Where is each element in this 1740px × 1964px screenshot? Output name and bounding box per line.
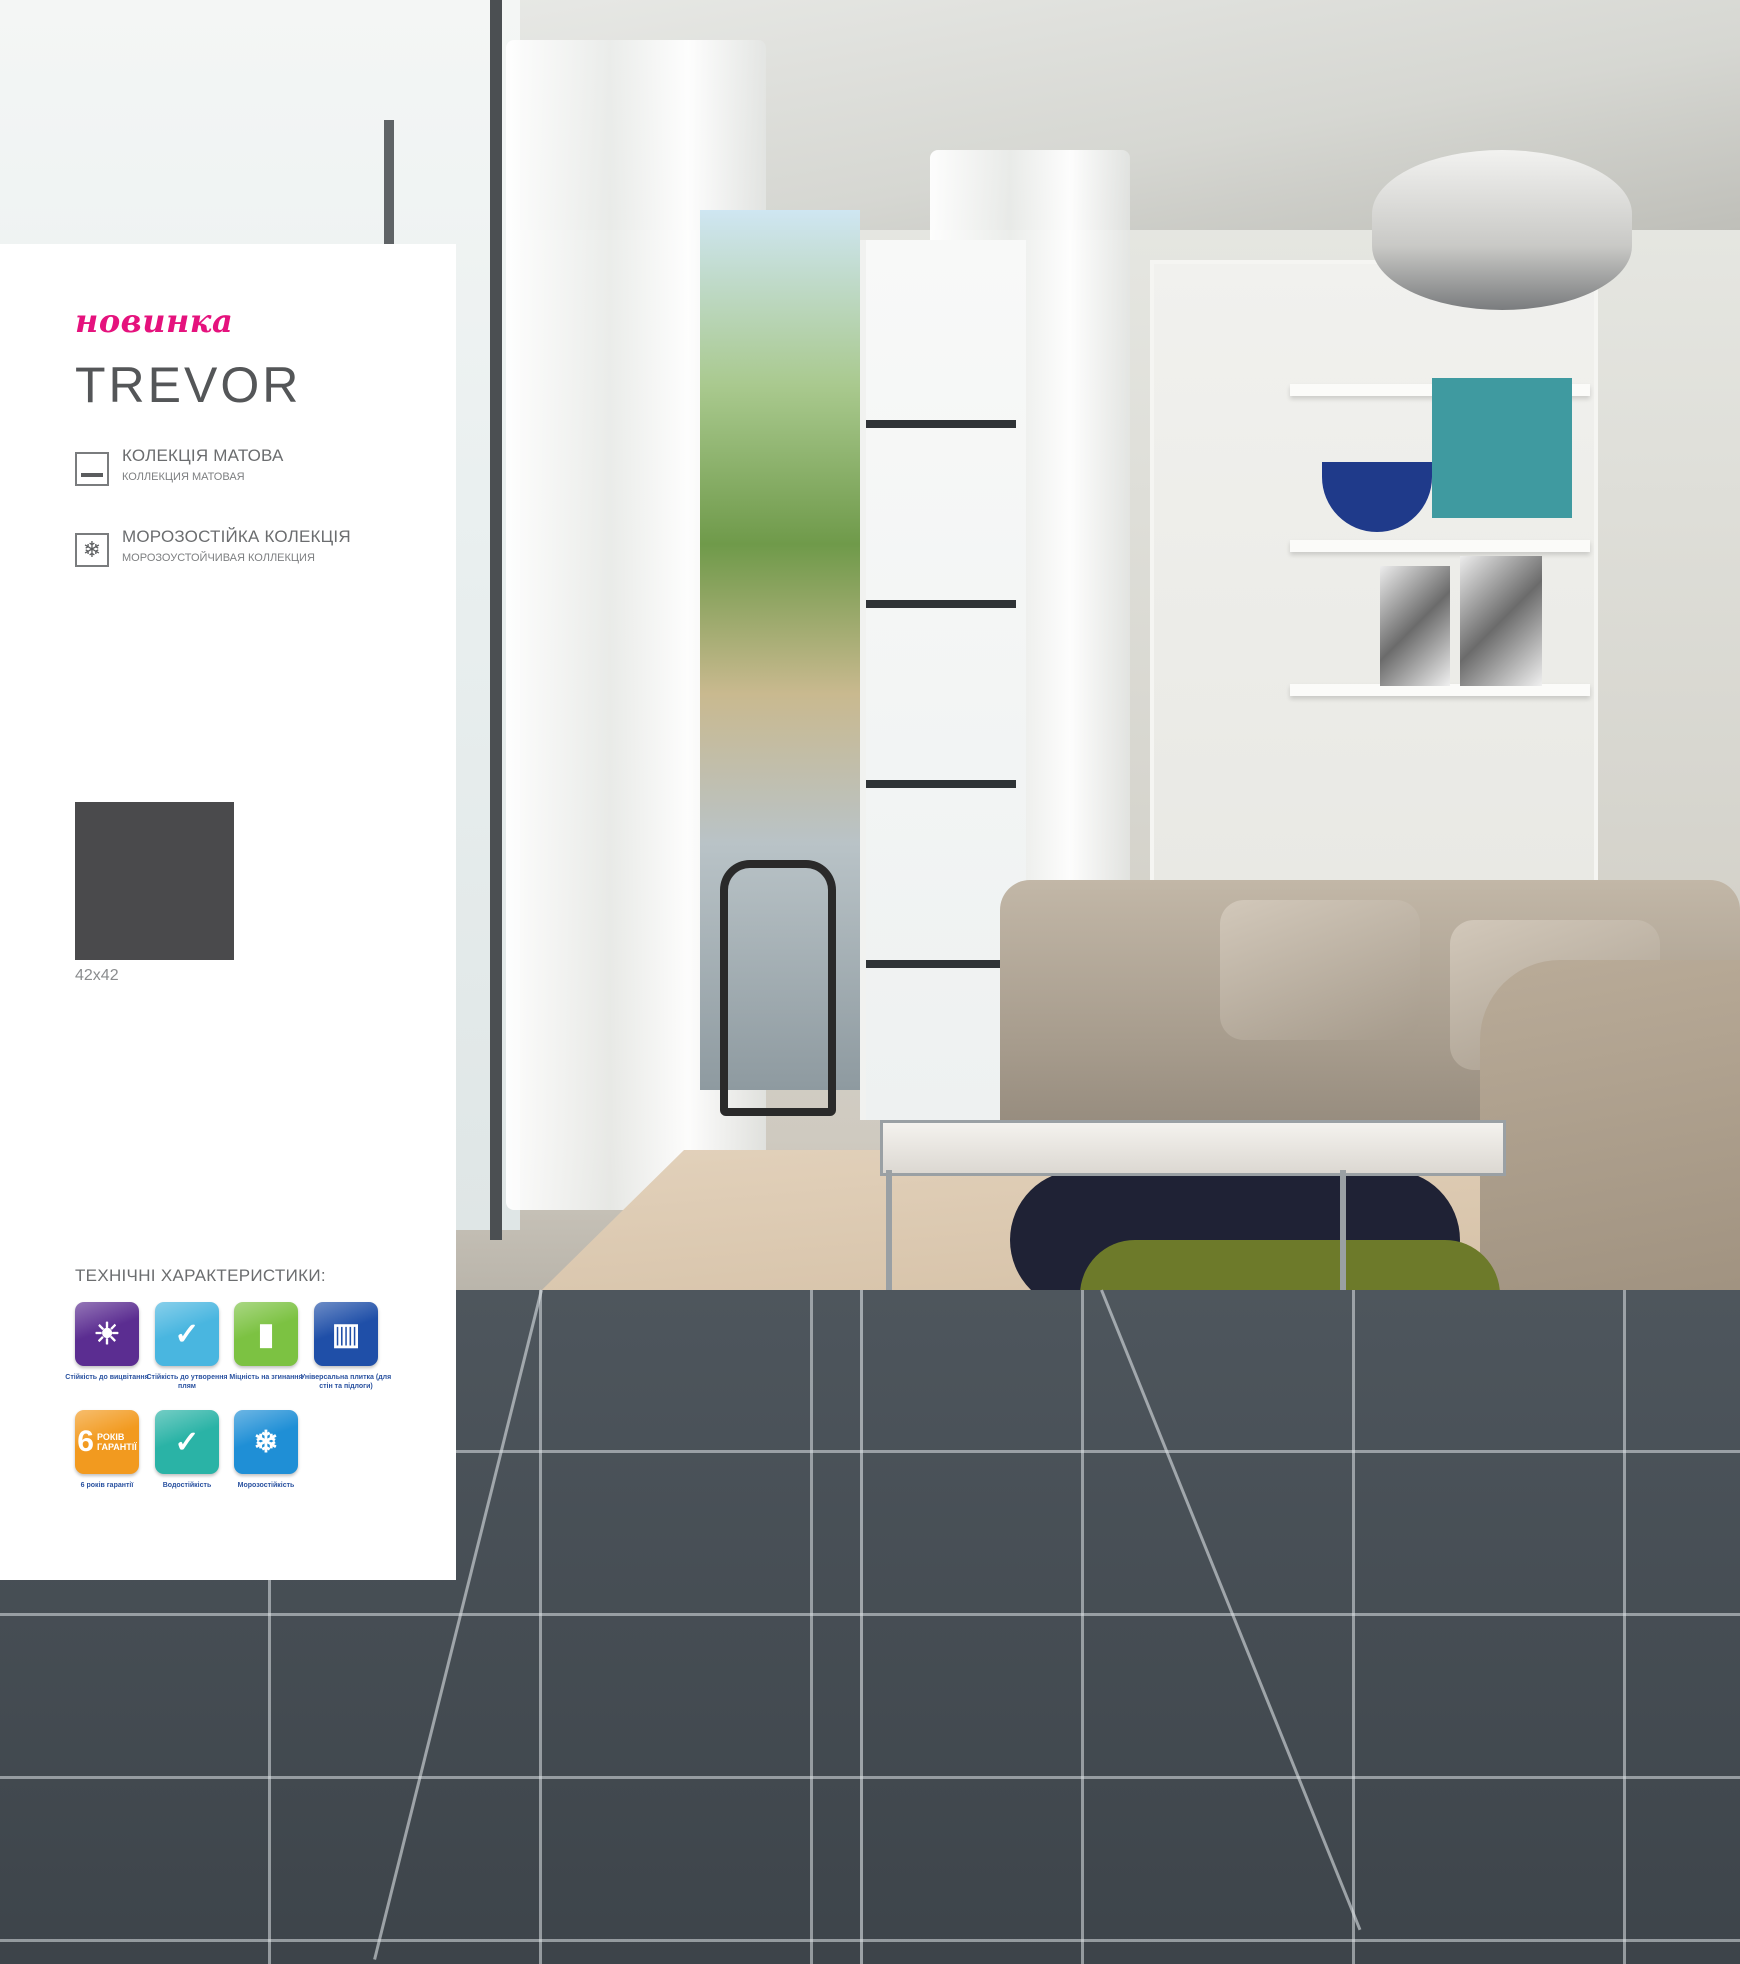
door-bar	[866, 960, 1016, 968]
coffee-table	[880, 1120, 1506, 1176]
fade-resistance-icon: ☀	[75, 1302, 139, 1366]
feature-sublabel: КОЛЛЕКЦИЯ МАТОВАЯ	[122, 471, 245, 483]
new-badge: новинка	[75, 302, 234, 340]
warranty-number: 6	[77, 1425, 94, 1458]
tech-specs-heading: ТЕХНІЧНІ ХАРАКТЕРИСТИКИ:	[75, 1266, 326, 1285]
cushion	[1220, 900, 1420, 1040]
warranty-text: ГАРАНТІЇ	[96, 1442, 137, 1452]
feature-label: МОРОЗОСТІЙКА КОЛЕКЦІЯ	[122, 527, 351, 546]
portrait-art	[1460, 556, 1542, 686]
window-frame	[490, 0, 502, 1240]
tech-caption: Морозостійкість	[237, 1482, 295, 1489]
feature-label: КОЛЕКЦІЯ МАТОВА	[122, 446, 284, 465]
swatch-size-label: 42x42	[75, 967, 119, 984]
feature-sublabel: МОРОЗОУСТОЙЧИВАЯ КОЛЛЕКЦИЯ	[122, 552, 315, 564]
frost-resistant-icon: ❄	[75, 533, 109, 567]
door-bar	[866, 420, 1016, 428]
stain-resistance-icon: ✓	[155, 1302, 219, 1366]
feature-frost: ❄ МОРОЗОСТІЙКА КОЛЕКЦІЯ МОРОЗОУСТОЙЧИВАЯ…	[75, 527, 351, 567]
door-bar	[866, 600, 1016, 608]
shelf	[1290, 540, 1590, 552]
collection-title: TREVOR	[75, 357, 302, 413]
color-swatch	[75, 802, 234, 960]
universal-tile-icon: ▥	[314, 1302, 378, 1366]
door-bar	[866, 780, 1016, 788]
portrait-art	[1380, 566, 1450, 686]
warranty-text: РОКІВ	[96, 1432, 125, 1442]
warranty-icon: 6 РОКІВ ГАРАНТІЇ	[75, 1410, 139, 1474]
pendant-lamp	[1372, 150, 1632, 310]
matte-surface-icon	[75, 452, 109, 486]
water-resistance-icon: ✓	[155, 1410, 219, 1474]
balcony-chair	[720, 860, 836, 1116]
feature-matte: КОЛЕКЦІЯ МАТОВА КОЛЛЕКЦИЯ МАТОВАЯ	[75, 446, 284, 486]
frost-resistance-icon: ❄	[234, 1410, 298, 1474]
teal-shelf-box	[1432, 378, 1572, 518]
tech-caption: Універсальна плитка (для стін та підлоги…	[300, 1374, 392, 1390]
bending-strength-icon: ▮	[234, 1302, 298, 1366]
floor-seam	[860, 1290, 863, 1964]
